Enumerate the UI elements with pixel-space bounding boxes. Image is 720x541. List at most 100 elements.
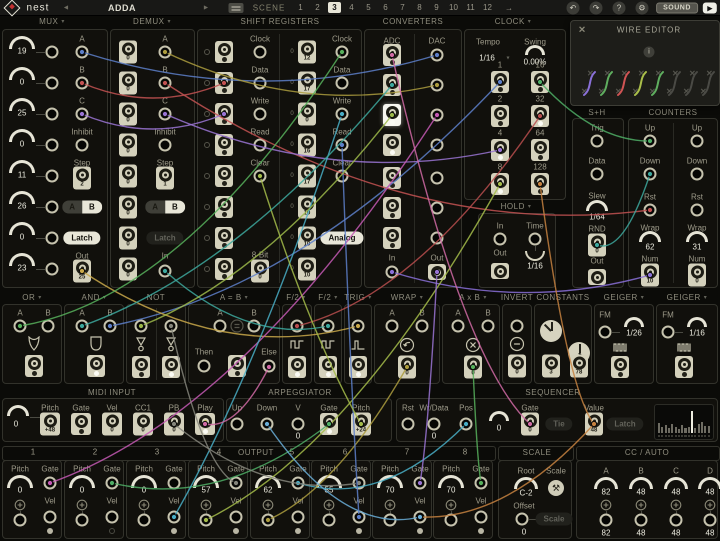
- converters-out-jack[interactable]: [428, 264, 446, 280]
- wrap-header[interactable]: WRAP▾: [391, 293, 424, 302]
- scene-tab-8[interactable]: 8: [411, 3, 428, 12]
- aeb-then-jack[interactable]: [198, 360, 211, 373]
- aeb-out-jack[interactable]: [228, 355, 246, 377]
- output-channel-number-8[interactable]: 8: [463, 448, 467, 457]
- cc-d-jack[interactable]: [704, 514, 717, 527]
- out3-vel-jack[interactable]: [168, 511, 181, 524]
- seq-step-bar-4[interactable]: [668, 428, 670, 433]
- shift-left-bit-jack-6[interactable]: [215, 196, 233, 218]
- mux-knob-value[interactable]: 26: [18, 202, 27, 211]
- out7-gate-jack[interactable]: [414, 477, 427, 490]
- hold-header[interactable]: HOLD▾: [501, 202, 532, 211]
- arp-up-jack[interactable]: [231, 418, 244, 431]
- adc-jack-5[interactable]: [383, 167, 401, 189]
- preset-menu-icon[interactable]: [229, 3, 244, 13]
- wire-slot-1[interactable]: ✕ ✕: [581, 69, 597, 99]
- mux-input-jack-2[interactable]: [46, 77, 59, 90]
- demux-output-jack-1[interactable]: 0: [119, 41, 137, 64]
- counter2-wrap-value[interactable]: 31: [693, 243, 702, 252]
- out6-pitch-mod-jack[interactable]: [323, 514, 336, 527]
- demux-inhibit-jack[interactable]: [159, 139, 172, 152]
- shift-left-bit-jack-1[interactable]: [215, 41, 233, 63]
- shift-left-bit-jack-7[interactable]: [215, 227, 233, 249]
- arp-gate-jack[interactable]: [320, 413, 338, 435]
- clock-div-2-jack[interactable]: [491, 105, 509, 127]
- wire-slot-6[interactable]: ✕ ✕: [666, 69, 682, 99]
- demux-output-jack-4[interactable]: 0: [119, 134, 137, 157]
- mux-a-jack[interactable]: [76, 46, 89, 59]
- cc-b-knob-value[interactable]: 48: [637, 488, 646, 497]
- shift-8bit-jack[interactable]: 0: [251, 260, 269, 283]
- out4-pitch-value[interactable]: 57: [202, 486, 211, 495]
- seq-step-bar-9[interactable]: [684, 428, 686, 433]
- f2a-in-jack[interactable]: [291, 320, 304, 333]
- out7-pitch-mod-jack[interactable]: [384, 514, 397, 527]
- info-icon[interactable]: i: [644, 47, 655, 58]
- seq-step-bar-6[interactable]: [675, 427, 677, 433]
- invert-out-jack[interactable]: 0: [508, 355, 526, 378]
- counter2-down-jack[interactable]: [691, 168, 704, 181]
- clock-div-8-jack[interactable]: [491, 173, 509, 195]
- out7-vel-jack[interactable]: [414, 511, 427, 524]
- shift-right-clock-jack[interactable]: [336, 46, 349, 59]
- not1-out-jack[interactable]: [132, 356, 150, 378]
- wrap-a-jack[interactable]: [386, 320, 399, 333]
- constant2-out-jack[interactable]: 78: [570, 355, 588, 378]
- mux-knob-value[interactable]: 0: [20, 140, 24, 149]
- sound-button[interactable]: SOUND: [656, 3, 698, 14]
- adc-jack-2[interactable]: [383, 74, 401, 96]
- out3-gate-jack[interactable]: [168, 477, 181, 490]
- hold-out-jack[interactable]: [491, 263, 509, 279]
- seq-wrdata-jack[interactable]: [428, 418, 441, 431]
- shift-right-data-jack[interactable]: [336, 77, 349, 90]
- counter1-down-jack[interactable]: [644, 168, 657, 181]
- counter2-rst-jack[interactable]: [691, 204, 704, 217]
- out8-vel-jack[interactable]: [475, 511, 488, 524]
- ab-option-A[interactable]: A: [62, 201, 82, 214]
- out4-vel-jack[interactable]: [230, 511, 243, 524]
- wire-slot-3[interactable]: ✕ ✕: [615, 69, 631, 99]
- mux-input-jack-6[interactable]: [46, 201, 59, 214]
- arp-v-jack[interactable]: [292, 418, 305, 431]
- seq-step-bar-8[interactable]: [681, 425, 683, 433]
- scene-copy-icon[interactable]: →: [505, 4, 513, 13]
- out5-pitch-value[interactable]: 62: [264, 486, 273, 495]
- or-header[interactable]: OR▾: [22, 293, 42, 302]
- mux-inhibit-jack[interactable]: [76, 139, 89, 152]
- seq-gate-jack[interactable]: 0: [521, 413, 539, 436]
- shift-right-clear-jack[interactable]: [336, 170, 349, 183]
- help-button[interactable]: ?: [613, 2, 626, 15]
- geiger1-rate-value[interactable]: 1/26: [626, 329, 642, 338]
- preset-next-button[interactable]: ►: [203, 5, 210, 12]
- out2-gate-jack[interactable]: [106, 477, 119, 490]
- wire-editor-close-button[interactable]: ✕: [578, 25, 586, 36]
- out5-vel-jack[interactable]: [292, 511, 305, 524]
- seq-pos-jack[interactable]: [460, 418, 473, 431]
- midi-cc1-jack[interactable]: 0: [133, 413, 153, 436]
- midi-pitch-jack[interactable]: +48: [40, 413, 60, 436]
- geiger1-out-jack[interactable]: [611, 356, 629, 378]
- mux-input-jack-3[interactable]: [46, 108, 59, 121]
- shift-right-write-jack[interactable]: [336, 108, 349, 121]
- mux-b-jack[interactable]: [76, 77, 89, 90]
- wire-slot-2[interactable]: ✕ ✕: [598, 69, 614, 99]
- scene-tab-9[interactable]: 9: [428, 3, 445, 12]
- shift-analog-button[interactable]: Analog: [320, 232, 363, 245]
- seq-step-bar-16[interactable]: [708, 426, 710, 433]
- f2b-out-jack[interactable]: [319, 356, 337, 378]
- seq-step-bar-15[interactable]: [704, 426, 706, 433]
- scene-tab-1[interactable]: 1: [292, 3, 309, 12]
- aeb-a-jack[interactable]: [214, 320, 227, 333]
- seq-step-bar-3[interactable]: [665, 425, 667, 433]
- out3-pitch-mod-jack[interactable]: [138, 514, 151, 527]
- demux-output-jack-3[interactable]: 0: [119, 103, 137, 126]
- mux-latch-button[interactable]: Latch: [63, 232, 100, 245]
- sh-slew-value[interactable]: 1/64: [589, 213, 605, 222]
- geiger2-fm-jack[interactable]: [662, 326, 675, 339]
- demux-b-jack[interactable]: [159, 77, 172, 90]
- demux-header[interactable]: DEMUX▾: [133, 17, 171, 26]
- sh-rnd-jack[interactable]: 0: [588, 234, 606, 257]
- and-header[interactable]: AND▾: [82, 293, 107, 302]
- trig-in-jack[interactable]: [352, 320, 365, 333]
- shift-left-bit-jack-2[interactable]: [215, 72, 233, 94]
